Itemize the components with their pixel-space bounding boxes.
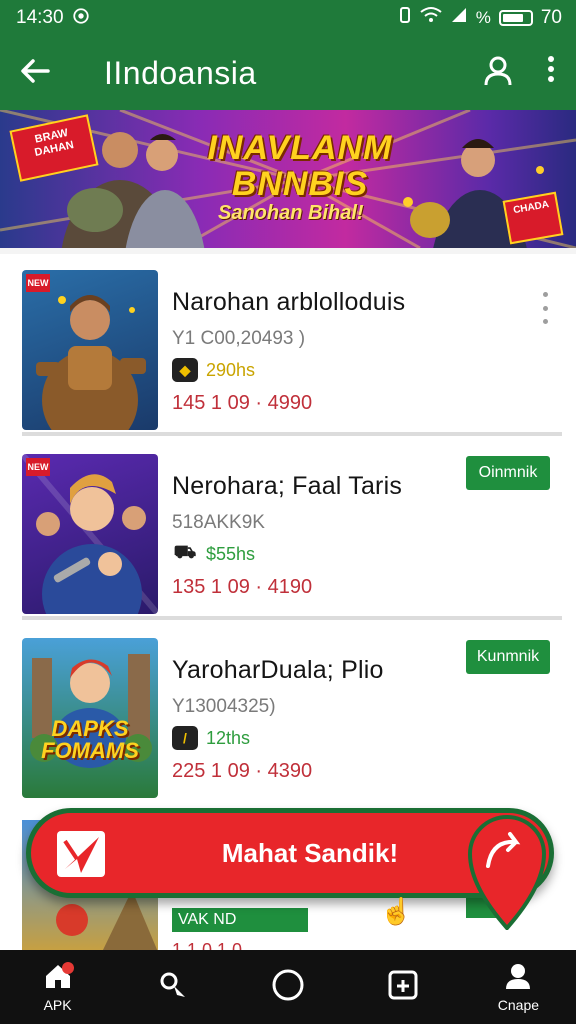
nav-item-home[interactable]: APK — [0, 950, 115, 1024]
signal-icon — [450, 6, 468, 30]
install-button[interactable]: Kunmnik — [466, 640, 550, 674]
battery-icon — [498, 10, 533, 26]
pointer-hand-icon: ☝ — [380, 896, 413, 926]
list-item[interactable]: NEW Narohan arblolloduis Y1 C00,20493 ) … — [0, 254, 576, 438]
app-box-icon — [387, 969, 419, 1006]
new-badge: NEW — [26, 274, 50, 292]
pin-icon — [157, 969, 189, 1006]
sword-icon: / — [172, 726, 198, 750]
page-title: IIndoansia — [104, 54, 257, 91]
nav-item-profile[interactable]: Cnape — [461, 950, 576, 1024]
divider — [22, 432, 562, 436]
back-button[interactable] — [0, 36, 70, 110]
game-rating: / 12ths — [172, 726, 250, 750]
banner-title: INAVLANM BNNBIS — [207, 129, 393, 203]
rating-value: 290hs — [206, 359, 256, 380]
rating-value: 12ths — [206, 727, 251, 748]
status-bar: 14:30 % 70 — [0, 0, 576, 36]
thumb-text: DAPKS FOMAMS — [41, 716, 139, 763]
bottom-nav: APK Cnape — [0, 950, 576, 1024]
game-title: Narohan arblolloduis — [172, 288, 406, 316]
game-price: 145 1 09 · 4990 — [172, 392, 313, 414]
game-meta: 518AKK9K — [172, 512, 265, 533]
wifi-icon — [420, 6, 442, 30]
whatsapp-icon — [72, 7, 90, 30]
banner-subtitle: Sanohan Bihal! — [218, 202, 364, 224]
share-button[interactable] — [464, 810, 550, 932]
trophy-icon: ◆ — [172, 358, 198, 382]
banner-ribbon-right: CHADA — [502, 191, 564, 245]
nav-label: APK — [43, 996, 72, 1013]
game-title: YarohаrDuala; Plio — [172, 656, 384, 684]
notification-badge — [62, 962, 74, 974]
divider — [22, 616, 562, 620]
percent-icon: % — [475, 8, 491, 27]
game-thumbnail: NEW — [22, 270, 158, 430]
game-price: 225 1 09 · 4390 — [172, 760, 313, 782]
vibrate-icon — [398, 6, 412, 30]
circle-icon — [271, 968, 305, 1007]
game-tag: VAK ND — [172, 908, 308, 932]
game-meta: Y13004325) — [172, 696, 276, 717]
game-thumbnail: NEW — [22, 454, 158, 614]
arrow-left-icon — [20, 54, 50, 93]
more-vert-icon — [547, 55, 555, 91]
new-badge: NEW — [26, 458, 50, 476]
nav-label: Cnape — [497, 996, 540, 1013]
promo-banner[interactable]: BRAW DAHAN INAVLANM BNNBIS Sanohan Bihal… — [0, 110, 576, 248]
status-time: 14:30 — [16, 7, 64, 28]
game-rating: ⛟ $55hs — [172, 542, 255, 566]
rating-value: $55hs — [206, 543, 256, 564]
app-bar: IIndoansia — [0, 36, 576, 110]
card-menu-button[interactable] — [532, 288, 558, 328]
game-meta: Y1 C00,20493 ) — [172, 328, 306, 349]
install-button[interactable]: Oinmnik — [466, 456, 550, 490]
game-title: Nerohara; Faal Taris — [172, 472, 403, 500]
profile-button[interactable] — [470, 45, 526, 101]
game-price: 135 1 09 · 4190 — [172, 576, 313, 598]
more-options-button[interactable] — [526, 45, 576, 101]
car-icon: ⛟ — [173, 542, 197, 562]
nav-item-home-circle[interactable] — [230, 950, 345, 1024]
app-root: 14:30 % 70 IIndoansia BRAW DAHAN INAVLAN… — [0, 0, 576, 1024]
person-icon — [503, 962, 533, 995]
game-thumbnail: DAPKS FOMAMS — [22, 638, 158, 798]
user-icon — [483, 55, 513, 92]
battery-text: 70 — [540, 7, 562, 28]
nav-item-apps[interactable] — [346, 950, 461, 1024]
list-item[interactable]: NEW Nerohara; Faal Taris Oinmnik 518AKK9… — [0, 438, 576, 622]
nav-item-map[interactable] — [115, 950, 230, 1024]
list-item[interactable]: DAPKS FOMAMS YarohаrDuala; Plio Kunmnik … — [0, 622, 576, 806]
game-rating: ◆ 290hs — [172, 358, 255, 382]
